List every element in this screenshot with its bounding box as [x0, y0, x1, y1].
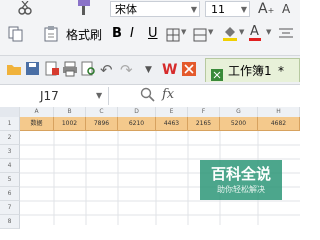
row-header[interactable]: 3 — [0, 145, 20, 159]
table-app-icon[interactable] — [181, 61, 197, 79]
table-cell[interactable]: 5200 — [220, 117, 258, 131]
save-icon[interactable] — [25, 61, 41, 79]
column-header-h[interactable]: H — [258, 107, 300, 117]
cut-icon[interactable] — [18, 0, 32, 19]
font-color-bar — [249, 38, 261, 41]
table-cell[interactable]: 2165 — [188, 117, 220, 131]
formula-input[interactable] — [184, 87, 300, 105]
cell-reference: J17 — [40, 89, 59, 103]
underline-icon[interactable]: U — [148, 26, 158, 41]
chevron-down-icon[interactable]: ▼ — [239, 28, 244, 36]
bold-icon[interactable]: B — [112, 26, 122, 41]
watermark-subtitle: 助你轻松解决 — [217, 185, 265, 194]
table-cell[interactable]: 4463 — [156, 117, 188, 131]
border-icon[interactable] — [166, 27, 180, 46]
column-header-a[interactable]: A — [20, 107, 54, 117]
decrease-font-icon[interactable]: A — [282, 2, 290, 16]
workbook-tab-label: 工作簿1 — [228, 64, 272, 78]
row-header[interactable]: 4 — [0, 159, 20, 173]
column-header-b[interactable]: B — [54, 107, 86, 117]
redo-icon[interactable]: ↷ — [120, 61, 133, 79]
table-cell[interactable]: 7896 — [86, 117, 118, 131]
column-header-g[interactable]: G — [220, 107, 258, 117]
chevron-down-icon: ▼ — [190, 5, 197, 14]
chevron-down-icon: ▼ — [240, 5, 247, 14]
export-pdf-icon[interactable] — [44, 61, 60, 79]
table-cell[interactable]: 1002 — [54, 117, 86, 131]
select-all-corner[interactable] — [0, 107, 20, 117]
undo-icon[interactable]: ↶ — [100, 61, 113, 79]
merge-cells-icon[interactable] — [193, 27, 207, 46]
row-header[interactable]: 2 — [0, 131, 20, 145]
fill-color-icon[interactable] — [222, 26, 238, 46]
copy-icon[interactable] — [8, 26, 24, 46]
open-folder-icon[interactable] — [6, 61, 22, 79]
row-header[interactable]: 1 — [0, 117, 20, 131]
row-header[interactable]: 7 — [0, 201, 20, 215]
increase-font-icon[interactable]: A+ — [258, 1, 274, 17]
row-header[interactable]: 5 — [0, 173, 20, 187]
ribbon: 格式刷 宋体 ▼ 11 ▼ A+ A B I U ▼ ▼ ▼ A ▼ — [0, 0, 300, 56]
formula-bar: J17 ▼ fx — [0, 85, 300, 108]
column-header-d[interactable]: D — [118, 107, 156, 117]
name-box[interactable]: J17 ▼ — [0, 87, 109, 105]
unsaved-marker: * — [278, 64, 284, 78]
column-header-e[interactable]: E — [156, 107, 188, 117]
chevron-down-icon[interactable]: ▼ — [145, 61, 152, 79]
align-icon[interactable] — [278, 26, 294, 46]
font-size-value: 11 — [211, 3, 225, 16]
chevron-down-icon[interactable]: ▼ — [181, 28, 186, 36]
table-cell[interactable]: 6210 — [118, 117, 156, 131]
format-painter-label[interactable]: 格式刷 — [66, 26, 102, 43]
row-header[interactable]: 6 — [0, 187, 20, 201]
table-cell[interactable]: 数据 — [20, 117, 54, 131]
tab-workbook1[interactable]: 工作簿1 * — [205, 58, 300, 82]
wps-logo-icon: W — [162, 62, 178, 78]
font-color-icon[interactable]: A — [250, 24, 259, 39]
table-cell[interactable]: 4682 — [258, 117, 300, 131]
watermark-title: 百科全说 — [210, 165, 271, 183]
italic-icon[interactable]: I — [130, 26, 134, 41]
chevron-down-icon[interactable]: ▼ — [208, 28, 213, 36]
quick-access-toolbar: ↶ ↷ ▼ W 工作簿1 * — [0, 56, 300, 85]
row-header[interactable]: 8 — [0, 215, 20, 229]
column-header-c[interactable]: C — [86, 107, 118, 117]
font-size-select[interactable]: 11 ▼ — [205, 1, 250, 17]
print-preview-icon[interactable] — [80, 61, 96, 79]
font-name-value: 宋体 — [115, 3, 137, 16]
print-icon[interactable] — [62, 61, 78, 79]
clipboard-format-icon[interactable] — [44, 26, 62, 46]
watermark: 百科全说 助你轻松解决 — [200, 160, 282, 200]
chevron-down-icon[interactable]: ▼ — [266, 28, 271, 36]
insert-function-icon[interactable]: fx — [162, 87, 174, 102]
column-header-f[interactable]: F — [188, 107, 220, 117]
search-icon[interactable] — [140, 87, 156, 107]
font-name-select[interactable]: 宋体 ▼ — [110, 1, 200, 17]
chevron-down-icon[interactable]: ▼ — [96, 87, 102, 105]
brush-icon[interactable] — [72, 0, 94, 20]
